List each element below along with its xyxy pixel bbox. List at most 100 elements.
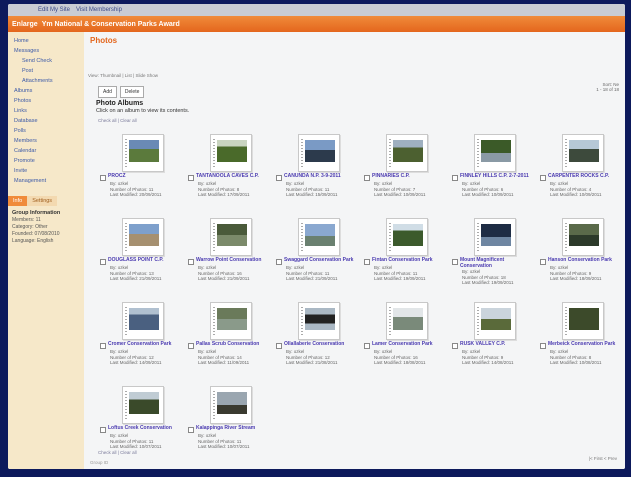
sidebar-item[interactable]: Invite <box>8 166 84 176</box>
album-title[interactable]: PROCZ <box>108 173 126 180</box>
album-checkbox[interactable] <box>540 343 546 349</box>
browser-strip-right[interactable]: Visit Membership <box>76 7 122 13</box>
album-checkbox[interactable] <box>364 175 370 181</box>
album-title[interactable]: Swaggard Conservation Park <box>284 257 353 264</box>
album-title[interactable]: Fintan Conservation Park <box>372 257 433 264</box>
album-title[interactable]: CARPENTER ROCKS C.P. <box>548 173 609 180</box>
album-thumbnail[interactable] <box>386 134 428 172</box>
album-title[interactable]: Pallas Scrub Conservation <box>196 341 259 348</box>
album-title[interactable]: TANTANOOLA CAVES C.P. <box>196 173 259 180</box>
album-checkbox[interactable] <box>100 175 106 181</box>
album-thumbnail[interactable] <box>122 218 164 256</box>
album-card[interactable]: CARPENTER ROCKS C.P. By: ozkel Number of P… <box>538 130 624 214</box>
sidebar-item[interactable]: Albums <box>8 86 84 96</box>
sidebar-item[interactable]: Database <box>8 116 84 126</box>
album-checkbox[interactable] <box>276 259 282 265</box>
album-title[interactable]: CANUNDA N.P. 3-9-2011 <box>284 173 341 180</box>
album-card[interactable]: Pallas Scrub Conservation By: ozkel Number… <box>186 298 272 382</box>
sidebar-item[interactable]: Members <box>8 136 84 146</box>
album-card[interactable]: PINNARIES C.P. By: ozkel Number of Photos:… <box>362 130 448 214</box>
album-thumbnail[interactable] <box>386 302 428 340</box>
check-all-links-top[interactable]: Check all | Clear all <box>98 118 137 123</box>
album-title[interactable]: PINNARIES C.P. <box>372 173 410 180</box>
pagination[interactable]: |< First < Prev <box>589 456 617 461</box>
album-checkbox[interactable] <box>276 175 282 181</box>
album-title[interactable]: Lamer Conservation Park <box>372 341 433 348</box>
album-thumbnail[interactable] <box>474 302 516 340</box>
album-thumbnail[interactable] <box>474 218 516 256</box>
album-checkbox[interactable] <box>540 175 546 181</box>
album-title[interactable]: Kalappinga River Stream <box>196 425 255 432</box>
sidebar-item[interactable]: Calendar <box>8 146 84 156</box>
album-checkbox[interactable] <box>100 259 106 265</box>
sidebar-item[interactable]: Promote <box>8 156 84 166</box>
album-checkbox[interactable] <box>188 259 194 265</box>
album-card[interactable]: DOUGLASS POINT C.P. By: ozkel Number of Ph… <box>98 214 184 298</box>
album-title[interactable]: Hanson Conservation Park <box>548 257 612 264</box>
album-thumbnail[interactable] <box>122 302 164 340</box>
album-card[interactable]: Lamer Conservation Park By: ozkel Number o… <box>362 298 448 382</box>
album-thumbnail[interactable] <box>122 134 164 172</box>
album-checkbox[interactable] <box>540 259 546 265</box>
album-card[interactable]: Ollallaberie Conservation By: ozkel Number… <box>274 298 360 382</box>
album-checkbox[interactable] <box>100 343 106 349</box>
album-title[interactable]: Loftus Creek Conservation <box>108 425 172 432</box>
tab-settings[interactable]: Settings <box>27 196 58 206</box>
album-card[interactable]: Mount Magnificent Conservation By: ozkel N… <box>450 214 536 298</box>
add-button[interactable]: Add <box>98 86 117 98</box>
album-thumbnail[interactable] <box>562 218 604 256</box>
album-checkbox[interactable] <box>276 343 282 349</box>
album-thumbnail[interactable] <box>298 134 340 172</box>
browser-strip-left[interactable]: Edit My Site <box>38 7 70 13</box>
album-thumbnail[interactable] <box>298 302 340 340</box>
album-title[interactable]: Mount Magnificent Conservation <box>460 257 534 269</box>
album-thumbnail[interactable] <box>210 134 252 172</box>
album-thumbnail[interactable] <box>562 134 604 172</box>
sidebar-item[interactable]: Attachments <box>8 76 84 86</box>
brand-label[interactable]: Enlarge <box>12 21 38 28</box>
album-thumbnail[interactable] <box>210 386 252 424</box>
sidebar-item[interactable]: Links <box>8 106 84 116</box>
album-card[interactable]: Cromer Conservation Park By: ozkel Number … <box>98 298 184 382</box>
sidebar-item[interactable]: Polls <box>8 126 84 136</box>
album-title[interactable]: Warrow Point Conservation <box>196 257 261 264</box>
album-card[interactable]: PROCZ By: ozkel Number of Photos: 11 Last M… <box>98 130 184 214</box>
album-checkbox[interactable] <box>452 343 458 349</box>
sidebar-item[interactable]: Messages <box>8 46 84 56</box>
album-checkbox[interactable] <box>364 343 370 349</box>
album-thumbnail[interactable] <box>210 218 252 256</box>
album-checkbox[interactable] <box>188 427 194 433</box>
album-card[interactable]: Swaggard Conservation Park By: ozkel Numbe… <box>274 214 360 298</box>
tab-info[interactable]: Info <box>8 196 28 206</box>
album-card[interactable]: Merbeick Conservation Park By: ozkel Numbe… <box>538 298 624 382</box>
delete-button[interactable]: Delete <box>119 86 145 98</box>
album-thumbnail[interactable] <box>386 218 428 256</box>
album-checkbox[interactable] <box>188 175 194 181</box>
album-card[interactable]: FINNLEY HILLS C.P. 2-7-2011 By: ozkel Numb… <box>450 130 536 214</box>
album-thumbnail[interactable] <box>298 218 340 256</box>
album-card[interactable]: Hanson Conservation Park By: ozkel Number … <box>538 214 624 298</box>
album-thumbnail[interactable] <box>474 134 516 172</box>
sidebar-item[interactable]: Home <box>8 36 84 46</box>
album-thumbnail[interactable] <box>210 302 252 340</box>
album-card[interactable]: Fintan Conservation Park By: ozkel Number … <box>362 214 448 298</box>
album-checkbox[interactable] <box>452 259 458 265</box>
album-card[interactable]: RUSK VALLEY C.P. By: ozkel Number of Photo… <box>450 298 536 382</box>
album-title[interactable]: DOUGLASS POINT C.P. <box>108 257 163 264</box>
album-title[interactable]: FINNLEY HILLS C.P. 2-7-2011 <box>460 173 529 180</box>
album-title[interactable]: Ollallaberie Conservation <box>284 341 344 348</box>
sidebar-item[interactable]: Send Check <box>8 56 84 66</box>
album-title[interactable]: Merbeick Conservation Park <box>548 341 615 348</box>
album-card[interactable]: Kalappinga River Stream By: ozkel Number o… <box>186 382 272 466</box>
album-checkbox[interactable] <box>100 427 106 433</box>
album-title[interactable]: Cromer Conservation Park <box>108 341 171 348</box>
album-thumbnail[interactable] <box>122 386 164 424</box>
album-checkbox[interactable] <box>188 343 194 349</box>
album-checkbox[interactable] <box>452 175 458 181</box>
sidebar-item[interactable]: Photos <box>8 96 84 106</box>
view-options[interactable]: View: Thumbnail | List | Slide Show <box>88 73 158 78</box>
check-all-links-bottom[interactable]: Check all | Clear all <box>98 450 137 455</box>
album-card[interactable]: Warrow Point Conservation By: ozkel Number… <box>186 214 272 298</box>
sidebar-item[interactable]: Post <box>8 66 84 76</box>
album-checkbox[interactable] <box>364 259 370 265</box>
